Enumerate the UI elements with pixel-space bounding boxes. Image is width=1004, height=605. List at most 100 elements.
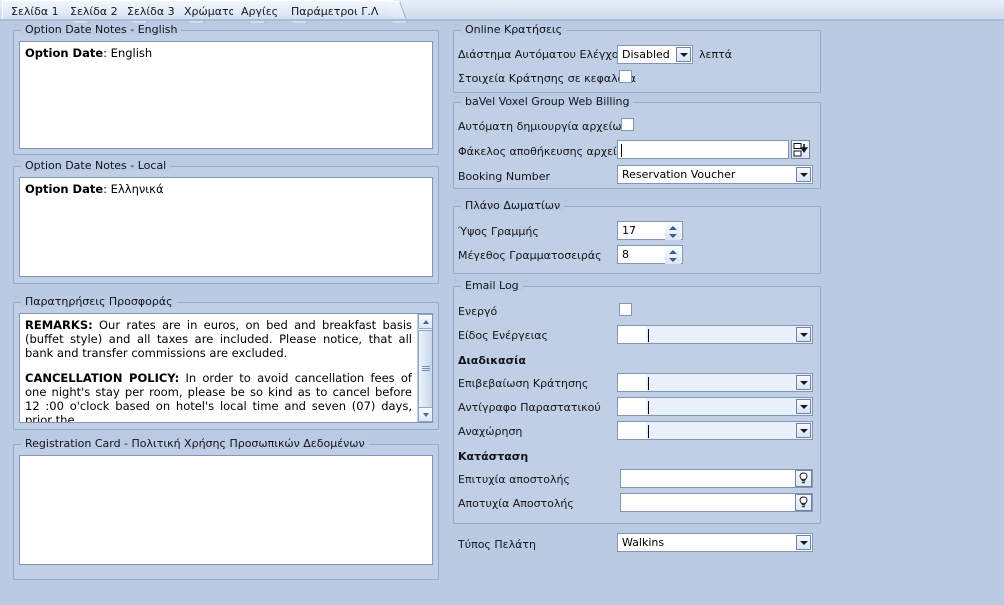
- tab-label: Σελίδα 2: [70, 4, 118, 18]
- stepper-up-icon[interactable]: [665, 247, 681, 255]
- send-failure-label: Αποτυχία Αποστολής: [458, 497, 574, 510]
- chevron-down-icon[interactable]: [796, 167, 811, 182]
- group-title: Email Log: [461, 280, 523, 291]
- stepper-up-icon[interactable]: [665, 223, 681, 231]
- row-height-label: Ύψος Γραμμής: [458, 225, 539, 238]
- group-title: Πλάνο Δωματίων: [461, 200, 565, 211]
- lightbulb-icon: [799, 496, 808, 508]
- email-log-active-label: Ενεργό: [458, 305, 498, 318]
- uppercase-booking-details-label: Στοιχεία Κράτησης σε κεφαλαία: [458, 72, 636, 85]
- option-date-notes-english-textarea[interactable]: Option Date: English: [19, 41, 433, 149]
- booking-number-label: Booking Number: [458, 170, 551, 183]
- booking-confirmation-combo[interactable]: [617, 373, 813, 392]
- auto-check-interval-unit: λεπτά: [699, 48, 732, 61]
- group-option-date-notes-local: Option Date Notes - Local Option Date: Ε…: [13, 160, 439, 284]
- scroll-down-arrow-icon[interactable]: [418, 407, 432, 422]
- group-title: Παρατηρήσεις Προσφοράς: [21, 296, 177, 307]
- registration-card-content: [20, 456, 432, 464]
- stepper-buttons[interactable]: [665, 223, 681, 240]
- text-caret: [621, 144, 622, 157]
- action-type-label: Είδος Ενέργειας: [458, 329, 548, 342]
- browse-folder-button[interactable]: [791, 140, 810, 159]
- group-offer-remarks: Παρατηρήσεις Προσφοράς REMARKS: Our rate…: [13, 296, 439, 430]
- remarks-heading: REMARKS:: [25, 318, 93, 332]
- booking-number-value: Reservation Voucher: [622, 168, 736, 181]
- chevron-down-icon[interactable]: [676, 47, 691, 62]
- group-title: baVel Voxel Group Web Billing: [461, 96, 634, 107]
- invoice-copy-label: Αντίγραφο Παραστατικού: [458, 401, 601, 414]
- option-date-value: : Ελληνικά: [103, 182, 164, 196]
- scrollbar-thumb[interactable]: [418, 330, 432, 408]
- send-failure-input[interactable]: [620, 493, 813, 512]
- option-date-label: Option Date: [25, 46, 104, 60]
- chevron-down-icon[interactable]: [796, 423, 811, 438]
- auto-check-interval-label: Διάστημα Αυτόματου Ελέγχου: [458, 48, 625, 61]
- tab-strip: Σελίδα 1 Σελίδα 2 Σελίδα 3 Χρώματα Αργίε…: [0, 0, 1004, 23]
- tab-label: Σελίδα 3: [127, 4, 175, 18]
- settings-page: Σελίδα 1 Σελίδα 2 Σελίδα 3 Χρώματα Αργίε…: [0, 0, 1004, 605]
- group-registration-card: Registration Card - Πολιτική Χρήσης Προσ…: [13, 438, 439, 580]
- offer-remarks-content: REMARKS: Our rates are in euros, on bed …: [20, 314, 432, 422]
- tab-label: Παράμετροι Γ.Λ: [291, 4, 379, 18]
- departure-combo[interactable]: [617, 421, 813, 440]
- send-success-input[interactable]: [620, 469, 813, 488]
- font-size-stepper[interactable]: 8: [617, 245, 683, 264]
- send-success-label: Επιτυχία αποστολής: [458, 473, 570, 486]
- folder-save-icon: [793, 143, 809, 157]
- customer-type-value: Walkins: [622, 536, 665, 549]
- scroll-up-arrow-icon[interactable]: [418, 314, 432, 329]
- booking-confirmation-label: Επιβεβαίωση Κράτησης: [458, 377, 589, 390]
- stepper-buttons[interactable]: [665, 247, 681, 264]
- text-caret: [648, 377, 649, 390]
- chevron-down-icon[interactable]: [796, 399, 811, 414]
- chevron-down-icon[interactable]: [796, 535, 811, 550]
- customer-type-label: Τύπος Πελάτη: [458, 538, 536, 551]
- tab-label: Σελίδα 1: [11, 4, 59, 18]
- offer-remarks-textarea[interactable]: REMARKS: Our rates are in euros, on bed …: [19, 313, 433, 423]
- font-size-value: 8: [622, 248, 629, 261]
- text-caret: [648, 401, 649, 414]
- auto-check-interval-dropdown[interactable]: Disabled: [617, 45, 693, 64]
- departure-label: Αναχώρηση: [458, 425, 523, 438]
- auto-check-interval-value: Disabled: [622, 48, 670, 61]
- registration-card-textarea[interactable]: [19, 455, 433, 565]
- option-date-notes-english-content: Option Date: English: [20, 42, 432, 64]
- invoice-copy-combo[interactable]: [617, 397, 813, 416]
- chevron-down-icon[interactable]: [796, 375, 811, 390]
- cancellation-policy-heading: CANCELLATION POLICY:: [25, 371, 180, 385]
- row-height-stepper[interactable]: 17: [617, 221, 683, 240]
- email-log-active-checkbox[interactable]: [619, 303, 632, 316]
- booking-number-dropdown[interactable]: Reservation Voucher: [617, 165, 813, 184]
- font-size-label: Μέγεθος Γραμματοσειράς: [458, 249, 602, 262]
- process-section-header: Διαδικασία: [458, 354, 526, 367]
- option-date-label: Option Date: [25, 182, 104, 196]
- group-title: Option Date Notes - English: [21, 24, 182, 35]
- customer-type-dropdown[interactable]: Walkins: [617, 533, 813, 552]
- save-folder-input[interactable]: [617, 140, 789, 159]
- save-folder-label: Φάκελος αποθήκευσης αρχείων: [458, 145, 633, 158]
- offer-remarks-scrollbar[interactable]: [417, 314, 432, 422]
- tab-parametroi-gl[interactable]: Παράμετροι Γ.Λ: [283, 0, 409, 23]
- tab-slant: [385, 1, 409, 23]
- lightbulb-icon: [799, 472, 808, 484]
- auto-create-files-checkbox[interactable]: [621, 118, 634, 131]
- option-date-notes-local-textarea[interactable]: Option Date: Ελληνικά: [19, 177, 433, 277]
- stepper-down-icon[interactable]: [665, 232, 681, 240]
- action-type-combo[interactable]: [617, 325, 813, 344]
- group-title: Registration Card - Πολιτική Χρήσης Προσ…: [21, 438, 369, 449]
- status-section-header: Κατάσταση: [458, 450, 529, 463]
- auto-create-files-label: Αυτόματη δημιουργία αρχείων: [458, 120, 628, 133]
- send-failure-hint-button[interactable]: [795, 494, 812, 511]
- text-caret: [648, 425, 649, 438]
- group-option-date-notes-english: Option Date Notes - English Option Date:…: [13, 24, 439, 155]
- text-caret: [648, 329, 649, 342]
- stepper-down-icon[interactable]: [665, 256, 681, 264]
- send-success-hint-button[interactable]: [795, 470, 812, 487]
- scrollbar-grip-icon: [422, 366, 430, 372]
- uppercase-booking-details-checkbox[interactable]: [619, 70, 632, 83]
- row-height-value: 17: [622, 224, 636, 237]
- tab-label: Χρώματα: [184, 4, 236, 18]
- chevron-down-icon[interactable]: [796, 327, 811, 342]
- tab-label: Αργίες: [241, 4, 279, 18]
- option-date-value: : English: [103, 46, 153, 60]
